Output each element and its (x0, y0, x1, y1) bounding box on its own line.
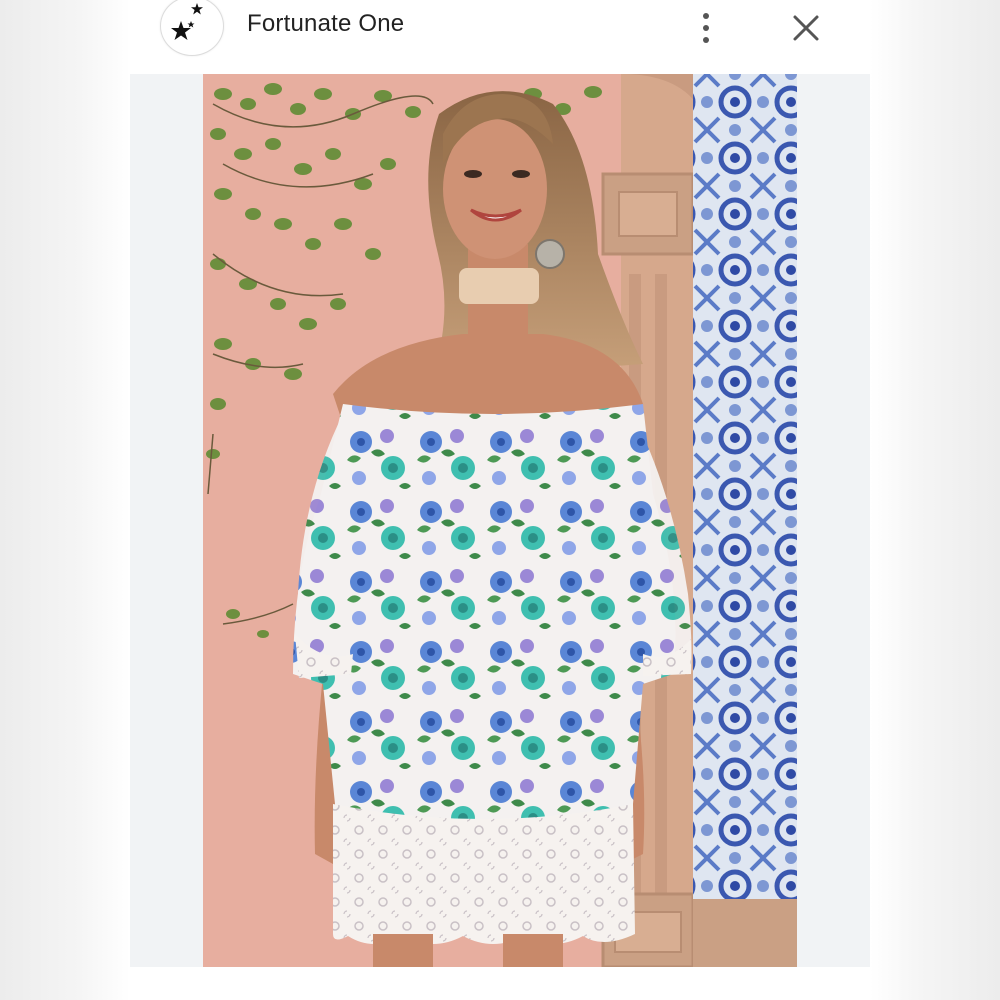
close-icon[interactable] (788, 10, 824, 46)
stars-icon (171, 3, 203, 40)
app-screen: Fortunate One (130, 0, 870, 1000)
page-title: Fortunate One (247, 10, 405, 37)
product-photo[interactable] (203, 74, 797, 967)
header-bar: Fortunate One (130, 0, 870, 74)
profile-avatar[interactable] (160, 0, 224, 56)
bottom-bar (130, 967, 870, 1000)
more-vertical-icon[interactable] (694, 8, 718, 48)
woman-floral-dress-photo (203, 74, 797, 967)
